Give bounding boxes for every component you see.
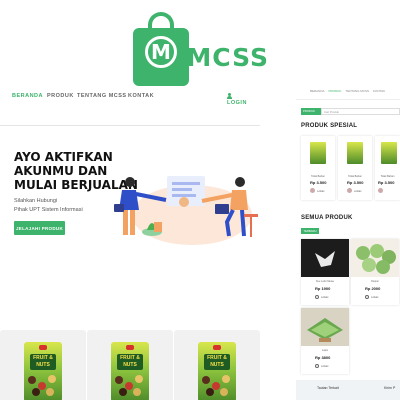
- pack-label: FRUIT & NUTS: [30, 354, 56, 370]
- product-image: FRUIT & NUTS: [24, 342, 62, 400]
- special-product-card[interactable]: Tolak Bahan Rp 3.500: [375, 136, 400, 200]
- hero-subtitle-line: Silahkan Hubungi: [14, 198, 58, 204]
- user-icon: [315, 295, 319, 299]
- login-link[interactable]: LOGIN: [227, 93, 252, 106]
- logo-letter: M: [145, 36, 177, 68]
- avatar: [378, 188, 383, 193]
- nav-item-produk[interactable]: PRODUK: [47, 93, 74, 99]
- product-name: Tolak Bahan: [348, 175, 362, 178]
- explore-products-button[interactable]: JELAJAHI PRODUK: [14, 221, 65, 235]
- pane-footer: Tautan Terkait Kirim P: [296, 380, 400, 400]
- pack-label: FRUIT & NUTS: [204, 354, 230, 370]
- nav-item-beranda[interactable]: BERANDA: [12, 93, 43, 99]
- all-products-title: SEMUA PRODUK: [301, 215, 353, 221]
- pack-label: FRUIT & NUTS: [117, 354, 143, 370]
- category-select[interactable]: PRODUK: [301, 108, 321, 115]
- product-seller: Lobaki: [315, 364, 328, 368]
- product-image: [301, 308, 349, 346]
- filter-newest-button[interactable]: TERBARU: [301, 228, 319, 234]
- main-nav: BERANDA PRODUK TENTANG MCSS KONTAK LOGIN: [12, 93, 252, 106]
- product-price: Rp 2000: [365, 286, 381, 291]
- product-image: FRUIT & NUTS: [198, 342, 236, 400]
- product-card[interactable]: FRUIT & NUTS: [87, 330, 173, 400]
- product-image: [347, 142, 363, 164]
- product-image: [351, 239, 399, 277]
- product-card[interactable]: Kue Lobo Mewe Rp 1900 Lobaki: [301, 239, 349, 305]
- seller-name: Lobaki: [354, 190, 362, 193]
- seller-name: Lobaki: [371, 296, 379, 299]
- product-price: Rp 3.500: [347, 180, 364, 185]
- hero-subtitle-line: Pihak UPT Sistem Informasi: [14, 207, 83, 213]
- product-card[interactable]: Klepon Rp 2000 Lobaki: [351, 239, 399, 305]
- pane-nav-item[interactable]: PRODUK: [329, 89, 342, 93]
- product-price: Rp 3800: [315, 355, 331, 360]
- product-card[interactable]: Lapis Rp 3800 Lobaki: [301, 308, 349, 374]
- product-name: Tolak Bahan: [311, 175, 325, 178]
- product-seller: [378, 188, 385, 193]
- product-seller: Lobaki: [365, 295, 378, 299]
- hero-title-line: AYO AKTIFKAN: [14, 150, 113, 164]
- special-product-card[interactable]: Tolak Bahan Rp 3.500 Lobaki: [301, 136, 335, 200]
- nav-item-kontak[interactable]: KONTAK: [128, 93, 154, 99]
- special-products-title: PRODUK SPESIAL: [301, 123, 358, 129]
- product-image: [310, 142, 326, 164]
- pane-divider: [296, 99, 400, 100]
- product-price: Rp 3.500: [310, 180, 327, 185]
- user-icon: [365, 295, 369, 299]
- seller-name: Lobaki: [321, 365, 329, 368]
- login-label: LOGIN: [227, 100, 247, 106]
- pane-nav-item[interactable]: BERANDA: [310, 89, 325, 93]
- brand-logo[interactable]: M MCSS: [133, 10, 269, 86]
- user-icon: [227, 93, 232, 99]
- product-seller: Lobaki: [310, 188, 324, 193]
- product-card[interactable]: FRUIT & NUTS: [0, 330, 86, 400]
- product-name: Kue Lobo Mewe: [315, 280, 335, 283]
- pane-nav: BERANDA PRODUK TENTANG MCSS KONTAK: [310, 89, 389, 93]
- mobile-preview-pane: BERANDA PRODUK TENTANG MCSS KONTAK PRODUK C…: [296, 80, 400, 400]
- footer-links-title: Tautan Terkait: [317, 386, 339, 390]
- avatar: [310, 188, 315, 193]
- product-name: Lapis: [322, 349, 328, 352]
- pane-nav-item[interactable]: KONTAK: [373, 89, 385, 93]
- hero-subtitle: Silahkan Hubungi Pihak UPT Sistem Inform…: [14, 197, 83, 215]
- shopping-bag-icon: M: [133, 12, 189, 86]
- user-icon: [315, 364, 319, 368]
- product-price: Rp 1900: [315, 286, 331, 291]
- nav-item-tentang[interactable]: TENTANG MCSS: [77, 93, 127, 99]
- seller-name: Lobaki: [321, 296, 329, 299]
- special-product-card[interactable]: Tolak Bahan Rp 3.500 Lobaki: [338, 136, 372, 200]
- product-seller: Lobaki: [315, 295, 328, 299]
- product-image: [381, 142, 397, 164]
- product-name: Klepon: [371, 280, 379, 283]
- product-card[interactable]: FRUIT & NUTS: [174, 330, 260, 400]
- seller-name: Lobaki: [317, 190, 325, 193]
- pane-nav-item[interactable]: TENTANG MCSS: [345, 89, 369, 93]
- handshake-illustration: [114, 176, 258, 245]
- search-input[interactable]: Cari Produk: [321, 108, 400, 115]
- footer-send-title: Kirim P: [384, 386, 396, 390]
- brand-name: MCSS: [186, 43, 269, 72]
- product-name: Tolak Bahan: [380, 175, 395, 178]
- product-seller: Lobaki: [347, 188, 361, 193]
- product-image: FRUIT & NUTS: [111, 342, 149, 400]
- avatar: [347, 188, 352, 193]
- product-image: [301, 239, 349, 277]
- product-price: Rp 3.500: [378, 180, 395, 185]
- nav-divider: [0, 125, 260, 126]
